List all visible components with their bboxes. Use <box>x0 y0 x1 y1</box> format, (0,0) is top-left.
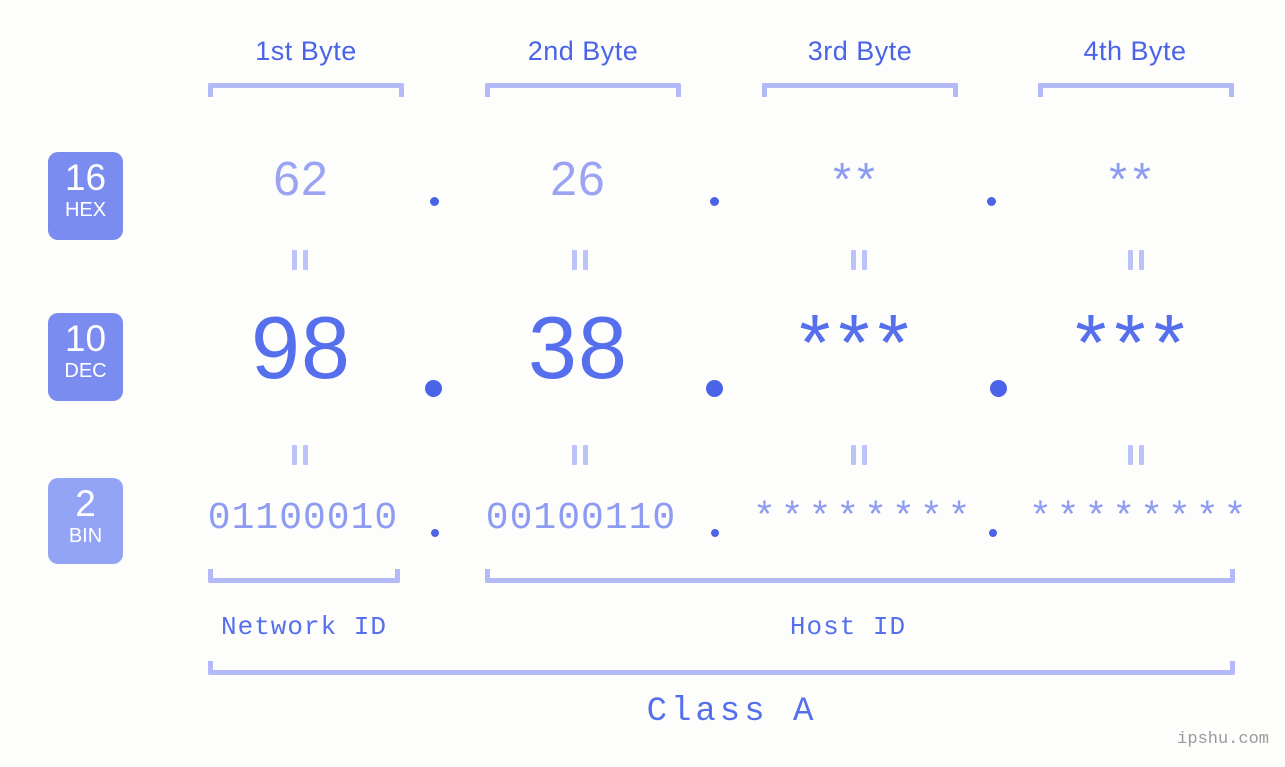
dec-byte-1: 98 <box>251 298 351 397</box>
byte-bracket-top-2 <box>485 83 681 97</box>
byte-header-1: 1st Byte <box>255 36 357 66</box>
byte-header-2: 2nd Byte <box>527 36 639 66</box>
host-id-label: Host ID <box>789 612 907 642</box>
base-badge-hex-abbr: HEX <box>64 199 107 222</box>
equals-mark-dec-bin-2 <box>572 445 589 465</box>
base-badge-dec-number: 10 <box>64 318 107 359</box>
base-badge-hex[interactable]: 16 HEX <box>48 152 123 240</box>
class-label: Class A <box>646 693 818 731</box>
ip-address-breakdown-diagram: 1st Byte 2nd Byte 3rd Byte 4th Byte 16 H… <box>0 0 1285 767</box>
dec-separator-dot-2 <box>706 380 723 397</box>
base-badge-dec[interactable]: 10 DEC <box>48 313 123 401</box>
base-badge-bin[interactable]: 2 BIN <box>48 478 123 564</box>
equals-mark-hex-dec-2 <box>572 250 589 270</box>
base-badge-hex-number: 16 <box>64 157 107 198</box>
hex-separator-dot-1 <box>430 197 439 206</box>
dec-byte-2: 38 <box>528 298 628 397</box>
equals-mark-hex-dec-1 <box>292 250 309 270</box>
byte-bracket-top-3 <box>762 83 958 97</box>
equals-mark-dec-bin-3 <box>851 445 868 465</box>
hex-separator-dot-2 <box>710 197 719 206</box>
hex-byte-1: 62 <box>273 153 329 206</box>
hex-byte-3: ** <box>833 153 881 205</box>
equals-mark-hex-dec-3 <box>851 250 868 270</box>
network-id-label: Network ID <box>220 612 388 642</box>
hex-separator-dot-3 <box>987 197 996 206</box>
byte-header-4: 4th Byte <box>1083 36 1187 66</box>
dec-byte-4: *** <box>1075 298 1193 387</box>
bin-separator-dot-2 <box>711 529 719 537</box>
hex-byte-2: 26 <box>550 153 606 206</box>
bin-byte-1: 01100010 <box>207 497 399 540</box>
dec-byte-3: *** <box>799 298 917 387</box>
bin-byte-3: ******** <box>753 497 976 540</box>
bin-separator-dot-3 <box>989 529 997 537</box>
class-bracket <box>208 661 1235 675</box>
equals-mark-dec-bin-4 <box>1128 445 1145 465</box>
bin-byte-4: ******** <box>1029 497 1252 540</box>
dec-separator-dot-1 <box>425 380 442 397</box>
base-badge-bin-number: 2 <box>75 483 96 524</box>
base-badge-bin-abbr: BIN <box>68 525 103 548</box>
watermark: ipshu.com <box>1177 730 1269 749</box>
base-badge-dec-abbr: DEC <box>64 360 107 383</box>
byte-bracket-top-1 <box>208 83 404 97</box>
host-id-bracket <box>485 569 1235 583</box>
byte-header-3: 3rd Byte <box>807 36 913 66</box>
bin-byte-2: 00100110 <box>485 497 677 540</box>
network-id-bracket <box>208 569 400 583</box>
bin-separator-dot-1 <box>431 529 439 537</box>
equals-mark-dec-bin-1 <box>292 445 309 465</box>
byte-bracket-top-4 <box>1038 83 1234 97</box>
hex-byte-4: ** <box>1109 153 1157 205</box>
dec-separator-dot-3 <box>990 380 1007 397</box>
equals-mark-hex-dec-4 <box>1128 250 1145 270</box>
